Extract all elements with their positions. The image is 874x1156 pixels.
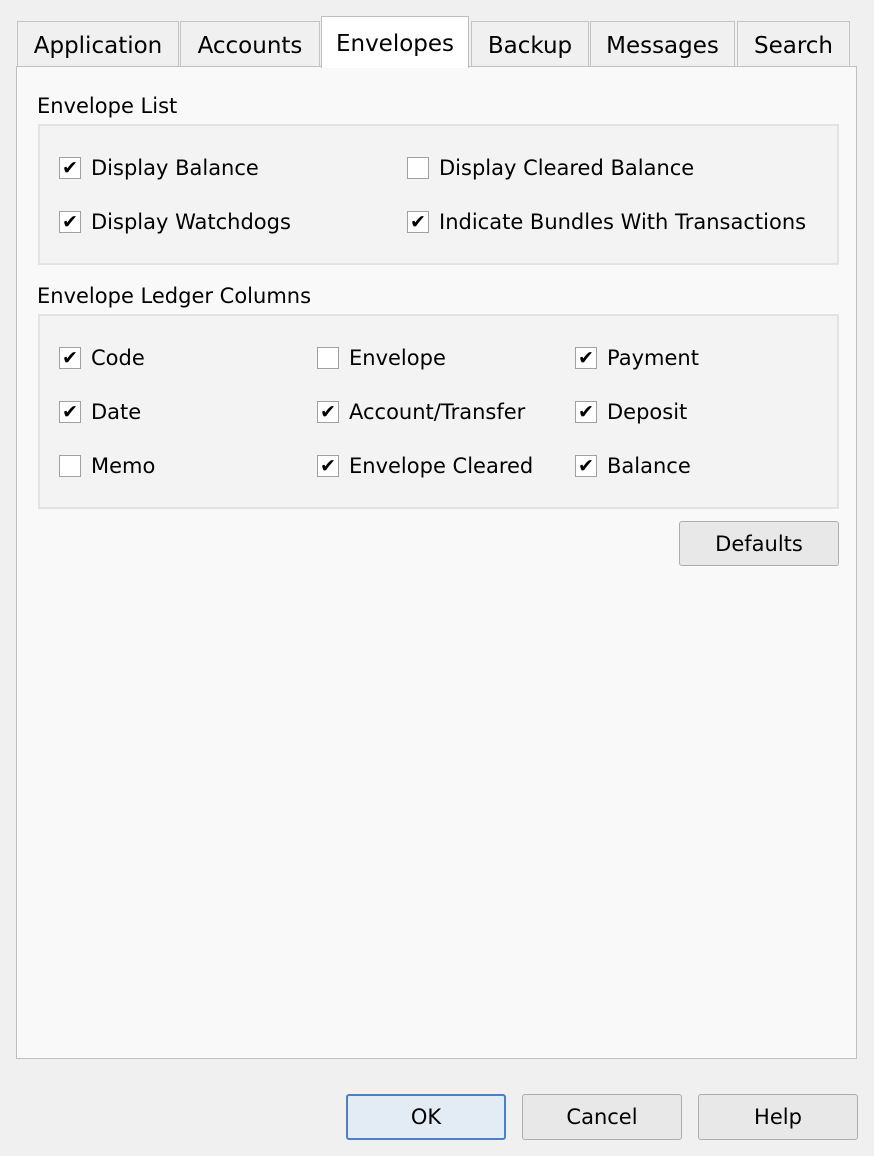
tab-accounts[interactable]: Accounts: [180, 21, 320, 67]
checkmark-icon: ✔: [575, 401, 597, 423]
options-dialog: Application Accounts Envelopes Backup Me…: [0, 0, 874, 1156]
column-date-checkbox[interactable]: ✔ Date: [59, 397, 141, 427]
checkbox-label: Memo: [91, 454, 156, 478]
checkbox-label: Display Balance: [91, 156, 259, 180]
checkbox-box: [407, 157, 429, 179]
checkbox-label: Balance: [607, 454, 691, 478]
cancel-button[interactable]: Cancel: [522, 1094, 682, 1140]
tab-application[interactable]: Application: [17, 21, 179, 67]
ledger-columns-heading: Envelope Ledger Columns: [37, 284, 312, 308]
checkmark-icon: ✔: [407, 211, 429, 233]
checkmark-icon: ✔: [317, 455, 339, 477]
column-deposit-checkbox[interactable]: ✔ Deposit: [575, 397, 687, 427]
checkbox-label: Account/Transfer: [349, 400, 526, 424]
envelope-list-heading: Envelope List: [37, 94, 178, 118]
display-watchdogs-checkbox[interactable]: ✔ Display Watchdogs: [59, 207, 291, 237]
column-envelope-checkbox[interactable]: Envelope: [317, 343, 446, 373]
help-button[interactable]: Help: [698, 1094, 858, 1140]
envelope-list-group: ✔ Display Balance Display Cleared Balanc…: [38, 124, 839, 265]
column-envelope-cleared-checkbox[interactable]: ✔ Envelope Cleared: [317, 451, 533, 481]
envelopes-tab-page: Envelope List ✔ Display Balance Display …: [16, 66, 857, 1059]
checkbox-label: Display Cleared Balance: [439, 156, 695, 180]
defaults-button[interactable]: Defaults: [679, 521, 839, 566]
display-balance-checkbox[interactable]: ✔ Display Balance: [59, 153, 259, 183]
checkbox-label: Payment: [607, 346, 699, 370]
checkmark-icon: ✔: [59, 211, 81, 233]
column-code-checkbox[interactable]: ✔ Code: [59, 343, 145, 373]
ok-button[interactable]: OK: [346, 1094, 506, 1140]
column-memo-checkbox[interactable]: Memo: [59, 451, 155, 481]
ledger-columns-group: ✔ Code Envelope ✔ Payment ✔ Date ✔ Accou…: [38, 314, 839, 509]
checkbox-label: Date: [91, 400, 142, 424]
tab-messages[interactable]: Messages: [590, 21, 735, 67]
checkmark-icon: ✔: [575, 455, 597, 477]
tab-backup[interactable]: Backup: [471, 21, 589, 67]
checkbox-label: Indicate Bundles With Transactions: [439, 210, 807, 234]
checkmark-icon: ✔: [59, 401, 81, 423]
checkbox-box: [317, 347, 339, 369]
column-account-transfer-checkbox[interactable]: ✔ Account/Transfer: [317, 397, 525, 427]
checkbox-label: Code: [91, 346, 145, 370]
column-payment-checkbox[interactable]: ✔ Payment: [575, 343, 699, 373]
checkmark-icon: ✔: [59, 157, 81, 179]
checkbox-label: Envelope: [349, 346, 446, 370]
checkmark-icon: ✔: [59, 347, 81, 369]
checkbox-label: Deposit: [607, 400, 688, 424]
checkmark-icon: ✔: [317, 401, 339, 423]
checkbox-label: Envelope Cleared: [349, 454, 534, 478]
display-cleared-balance-checkbox[interactable]: Display Cleared Balance: [407, 153, 694, 183]
tab-search[interactable]: Search: [737, 21, 850, 67]
checkbox-label: Display Watchdogs: [91, 210, 291, 234]
checkbox-box: [59, 455, 81, 477]
column-balance-checkbox[interactable]: ✔ Balance: [575, 451, 691, 481]
checkmark-icon: ✔: [575, 347, 597, 369]
tab-envelopes[interactable]: Envelopes: [321, 16, 469, 68]
indicate-bundles-checkbox[interactable]: ✔ Indicate Bundles With Transactions: [407, 207, 806, 237]
